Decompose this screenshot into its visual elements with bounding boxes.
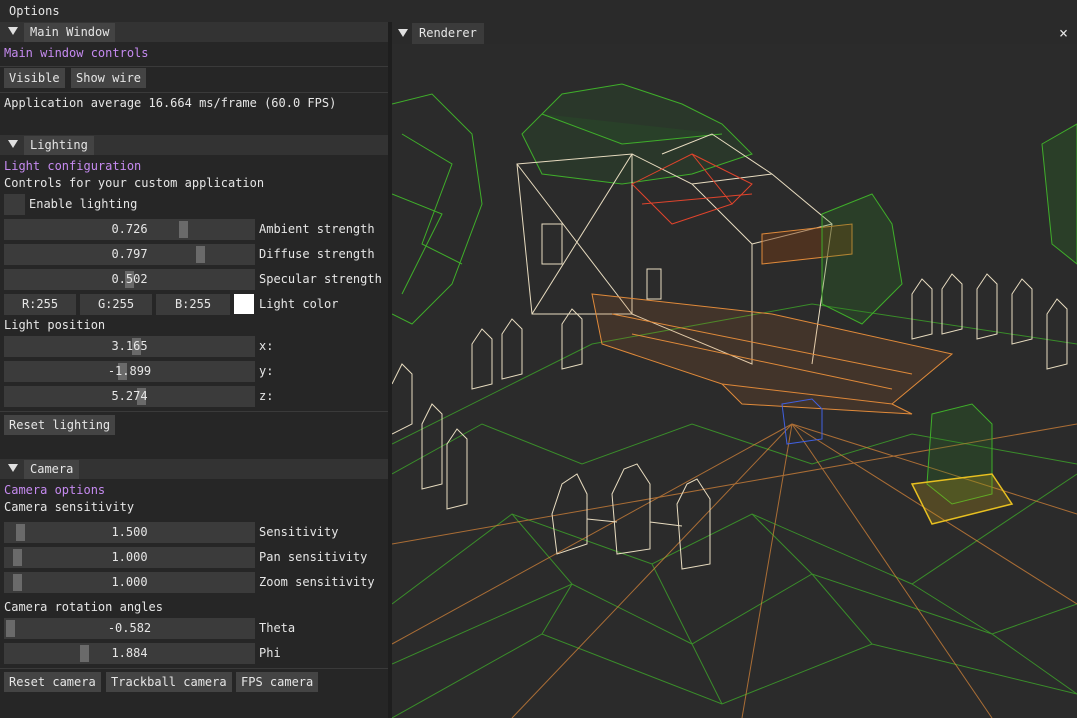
phi-slider[interactable]: 1.884 bbox=[4, 643, 255, 664]
light-color-label: Light color bbox=[259, 297, 339, 311]
slider-value: -1.899 bbox=[107, 364, 152, 378]
collapse-triangle-icon[interactable] bbox=[398, 29, 408, 37]
close-icon[interactable]: × bbox=[1059, 24, 1068, 42]
renderer-tab[interactable]: Renderer bbox=[412, 23, 484, 44]
wireframe-scene bbox=[392, 44, 1077, 718]
renderer-tab-bar: Renderer × bbox=[392, 22, 1077, 44]
slider-value: -0.582 bbox=[107, 621, 152, 635]
lighting-header[interactable]: Lighting bbox=[0, 135, 388, 155]
camera-header-label: Camera bbox=[24, 460, 80, 479]
enable-lighting-checkbox[interactable] bbox=[4, 194, 25, 215]
show-wire-button[interactable]: Show wire bbox=[71, 68, 147, 88]
light-color-swatch[interactable] bbox=[234, 294, 254, 314]
renderer-viewport[interactable] bbox=[392, 44, 1077, 718]
light-position-x-slider[interactable]: 3.165 bbox=[4, 336, 255, 357]
options-title: Options bbox=[9, 4, 60, 18]
slider-value: 1.884 bbox=[111, 646, 148, 660]
theta-label: Theta bbox=[259, 621, 296, 635]
camera-options-label: Camera options bbox=[4, 483, 106, 497]
options-panel: Main Window Main window controls Visible… bbox=[0, 22, 388, 718]
light-position-y-label: y: bbox=[259, 364, 274, 378]
camera-rotation-label: Camera rotation angles bbox=[4, 600, 163, 614]
collapse-triangle-icon[interactable] bbox=[8, 27, 18, 35]
pan-sensitivity-label: Pan sensitivity bbox=[259, 550, 368, 564]
light-configuration-label: Light configuration bbox=[4, 159, 142, 173]
phi-label: Phi bbox=[259, 646, 281, 660]
diffuse-strength-label: Diffuse strength bbox=[259, 247, 375, 261]
fps-readout: Application average 16.664 ms/frame (60.… bbox=[4, 96, 337, 110]
sensitivity-label: Sensitivity bbox=[259, 525, 339, 539]
ambient-strength-slider[interactable]: 0.726 bbox=[4, 219, 255, 240]
fps-camera-button[interactable]: FPS camera bbox=[236, 672, 319, 692]
lighting-header-label: Lighting bbox=[24, 136, 94, 155]
main-window-header-label: Main Window bbox=[24, 23, 116, 42]
slider-value: 1.000 bbox=[111, 575, 148, 589]
camera-sensitivity-label: Camera sensitivity bbox=[4, 500, 135, 514]
trackball-camera-button[interactable]: Trackball camera bbox=[106, 672, 232, 692]
slider-value: 0.726 bbox=[111, 222, 148, 236]
slider-value: 0.797 bbox=[111, 247, 148, 261]
zoom-sensitivity-label: Zoom sensitivity bbox=[259, 575, 375, 589]
light-position-z-slider[interactable]: 5.274 bbox=[4, 386, 255, 407]
light-position-x-label: x: bbox=[259, 339, 274, 353]
specular-strength-slider[interactable]: 0.502 bbox=[4, 269, 255, 290]
slider-value: 3.165 bbox=[111, 339, 148, 353]
main-window-header[interactable]: Main Window bbox=[0, 22, 388, 42]
ambient-strength-label: Ambient strength bbox=[259, 222, 375, 236]
options-title-bar: Options bbox=[0, 0, 1077, 23]
light-color-blue[interactable]: B:255 bbox=[156, 294, 230, 315]
lighting-subtitle: Controls for your custom application bbox=[4, 176, 265, 190]
slider-value: 0.502 bbox=[111, 272, 148, 286]
visible-button[interactable]: Visible bbox=[4, 68, 65, 88]
slider-value: 1.000 bbox=[111, 550, 148, 564]
collapse-triangle-icon[interactable] bbox=[8, 140, 18, 148]
light-position-z-label: z: bbox=[259, 389, 274, 403]
zoom-sensitivity-slider[interactable]: 1.000 bbox=[4, 572, 255, 593]
light-color-green[interactable]: G:255 bbox=[80, 294, 152, 315]
pan-sensitivity-slider[interactable]: 1.000 bbox=[4, 547, 255, 568]
theta-slider[interactable]: -0.582 bbox=[4, 618, 255, 639]
reset-camera-button[interactable]: Reset camera bbox=[4, 672, 101, 692]
light-position-y-slider[interactable]: -1.899 bbox=[4, 361, 255, 382]
camera-header[interactable]: Camera bbox=[0, 459, 388, 479]
main-window-controls-label: Main window controls bbox=[4, 46, 149, 60]
camera-sensitivity-slider[interactable]: 1.500 bbox=[4, 522, 255, 543]
collapse-triangle-icon[interactable] bbox=[8, 464, 18, 472]
specular-strength-label: Specular strength bbox=[259, 272, 382, 286]
light-color-red[interactable]: R:255 bbox=[4, 294, 76, 315]
slider-value: 1.500 bbox=[111, 525, 148, 539]
enable-lighting-label: Enable lighting bbox=[29, 197, 138, 211]
slider-value: 5.274 bbox=[111, 389, 148, 403]
reset-lighting-button[interactable]: Reset lighting bbox=[4, 415, 116, 435]
light-position-label: Light position bbox=[4, 318, 106, 332]
diffuse-strength-slider[interactable]: 0.797 bbox=[4, 244, 255, 265]
